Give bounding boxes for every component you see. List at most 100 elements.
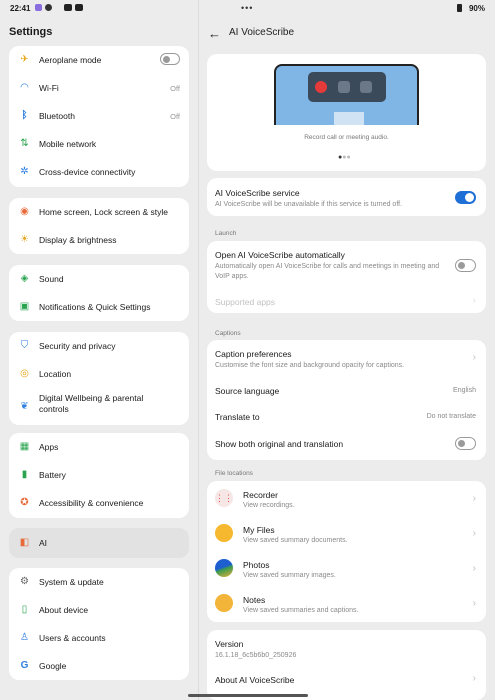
sidebar-item-location[interactable]: ◎ Location	[9, 360, 189, 388]
sound-icon: ◈	[20, 273, 29, 284]
show-both-row[interactable]: Show both original and translation	[207, 430, 486, 460]
sidebar-item-label: System & update	[39, 577, 104, 587]
sidebar-item-label: Aeroplane mode	[39, 55, 102, 65]
show-both-label: Show both original and translation	[215, 439, 344, 449]
panel-icon-3	[360, 81, 372, 93]
wellbeing-icon: ❦	[20, 401, 29, 412]
sidebar-item-sound[interactable]: ◈ Sound	[9, 265, 189, 293]
sidebar-item-label: Bluetooth	[39, 111, 75, 121]
sidebar-item-system[interactable]: ⚙ System & update	[9, 568, 189, 596]
sun-icon: ☀	[20, 234, 29, 245]
sidebar-item-cross-device[interactable]: ✲ Cross-device connectivity	[9, 158, 189, 186]
sidebar-item-label: Cross-device connectivity	[39, 167, 136, 177]
source-language-label: Source language	[215, 386, 280, 396]
multitask-dots-icon[interactable]: •••	[241, 3, 253, 13]
sidebar-item-home-screen[interactable]: ◉ Home screen, Lock screen & style	[9, 198, 189, 226]
caption-preferences-row[interactable]: Caption preferences Customise the font s…	[207, 340, 486, 378]
sidebar-item-label: Location	[39, 369, 72, 379]
sidebar-item-label: Display & brightness	[39, 235, 117, 245]
file-location-title: Notes	[243, 595, 266, 605]
sidebar-item-wifi[interactable]: ◠ Wi-Fi Off	[9, 74, 189, 102]
service-title: AI VoiceScribe service	[215, 188, 300, 198]
detail-pane: ← AI VoiceScribe Record call or meeting …	[199, 18, 495, 700]
file-location-myfiles[interactable]: My Files View saved summary documents. ›	[207, 516, 486, 551]
floating-panel	[308, 72, 386, 102]
sidebar-item-google[interactable]: G Google	[9, 652, 189, 680]
bluetooth-icon: ᛒ	[21, 110, 28, 121]
translate-to-row[interactable]: Translate to Do not translate	[207, 404, 486, 430]
version-label: Version	[215, 639, 244, 649]
user-icon: ♙	[20, 632, 29, 643]
sidebar-item-label: Mobile network	[39, 139, 97, 149]
caption-preferences-title: Caption preferences	[215, 349, 292, 359]
gesture-bar[interactable]	[188, 694, 308, 697]
settings-group-security: ⛉ Security and privacy ◎ Location ❦ Digi…	[9, 332, 189, 425]
sidebar-item-label: About device	[39, 605, 89, 615]
file-location-recorder[interactable]: ⋮⋮ Recorder View recordings. ›	[207, 481, 486, 516]
captions-section-label: Captions	[215, 330, 241, 337]
service-row[interactable]: AI VoiceScribe service AI VoiceScribe wi…	[207, 178, 486, 216]
back-arrow-icon[interactable]: ←	[208, 26, 221, 41]
show-both-toggle[interactable]	[455, 437, 476, 450]
service-subtitle: AI VoiceScribe will be unavailable if th…	[215, 201, 403, 208]
supported-apps-row[interactable]: Supported apps ›	[207, 289, 486, 313]
service-toggle[interactable]	[455, 191, 476, 204]
auto-open-toggle[interactable]	[455, 259, 476, 272]
sidebar-item-battery[interactable]: ▮ Battery	[9, 461, 189, 489]
auto-open-row[interactable]: Open AI VoiceScribe automatically Automa…	[207, 241, 486, 287]
sidebar-item-accessibility[interactable]: ✪ Accessibility & convenience	[9, 489, 189, 517]
sidebar-item-ai[interactable]: ◧ AI	[9, 528, 189, 558]
sidebar-item-label: Battery	[39, 470, 66, 480]
about-row[interactable]: About AI VoiceScribe ›	[207, 666, 486, 696]
file-location-notes[interactable]: Notes View saved summaries and captions.…	[207, 586, 486, 622]
chevron-right-icon: ›	[472, 528, 476, 539]
sidebar-item-display[interactable]: ☀ Display & brightness	[9, 226, 189, 254]
aeroplane-toggle[interactable]	[160, 53, 180, 65]
sidebar-item-wellbeing[interactable]: ❦ Digital Wellbeing & parental controls	[9, 388, 189, 425]
sidebar-item-label: Google	[39, 661, 67, 671]
launch-section-label: Launch	[215, 230, 237, 237]
auto-open-subtitle: Automatically open AI VoiceScribe for ca…	[215, 263, 440, 280]
sidebar-item-users[interactable]: ♙ Users & accounts	[9, 624, 189, 652]
file-locations-card: ⋮⋮ Recorder View recordings. › My Files …	[207, 481, 486, 622]
sidebar-item-label: Home screen, Lock screen & style	[39, 207, 168, 217]
source-language-row[interactable]: Source language English	[207, 378, 486, 404]
notes-icon	[215, 594, 233, 612]
cross-device-icon: ✲	[20, 166, 29, 177]
wifi-icon: ◠	[20, 82, 29, 93]
file-location-photos[interactable]: Photos View saved summary images. ›	[207, 551, 486, 586]
record-button-icon	[315, 81, 327, 93]
file-location-subtitle: View saved summary images.	[243, 572, 336, 579]
ai-icon: ◧	[19, 537, 30, 548]
sidebar-item-mobile-network[interactable]: ⇅ Mobile network	[9, 130, 189, 158]
caption-preferences-subtitle: Customise the font size and background o…	[215, 362, 405, 369]
file-location-subtitle: View saved summaries and captions.	[243, 607, 359, 614]
sidebar-item-label: Security and privacy	[39, 341, 116, 351]
sidebar-item-apps[interactable]: ▦ Apps	[9, 433, 189, 461]
panel-icon-2	[338, 81, 350, 93]
shield-icon: ⛉	[20, 340, 29, 351]
location-icon: ◎	[20, 368, 29, 379]
sidebar-item-notifications[interactable]: ▣ Notifications & Quick Settings	[9, 293, 189, 321]
file-locations-section-label: File locations	[215, 470, 253, 477]
photos-icon	[215, 559, 233, 577]
sidebar-item-label: Accessibility & convenience	[39, 498, 144, 508]
bluetooth-status: Off	[170, 112, 180, 121]
battery-icon: ▮	[21, 469, 28, 480]
status-bar: 22:41 ••• 90%	[0, 0, 495, 18]
settings-title: Settings	[9, 26, 53, 38]
sidebar-item-label: Users & accounts	[39, 633, 106, 643]
translate-to-value: Do not translate	[426, 413, 476, 420]
accessibility-icon: ✪	[20, 497, 29, 508]
sidebar-item-bluetooth[interactable]: ᛒ Bluetooth Off	[9, 102, 189, 130]
service-card: AI VoiceScribe service AI VoiceScribe wi…	[207, 178, 486, 216]
carousel-dots: ●●●	[338, 154, 351, 161]
version-row: Version 16.1.18_6c5b6b0_250926	[207, 630, 486, 666]
battery-status-icon	[457, 4, 462, 12]
sidebar-item-about[interactable]: ▯ About device	[9, 596, 189, 624]
hero-caption: Record call or meeting audio.	[304, 134, 389, 141]
chevron-right-icon: ›	[472, 598, 476, 609]
chevron-right-icon: ›	[472, 493, 476, 504]
sidebar-item-security[interactable]: ⛉ Security and privacy	[9, 332, 189, 360]
sidebar-item-aeroplane[interactable]: ✈ Aeroplane mode	[9, 46, 189, 74]
